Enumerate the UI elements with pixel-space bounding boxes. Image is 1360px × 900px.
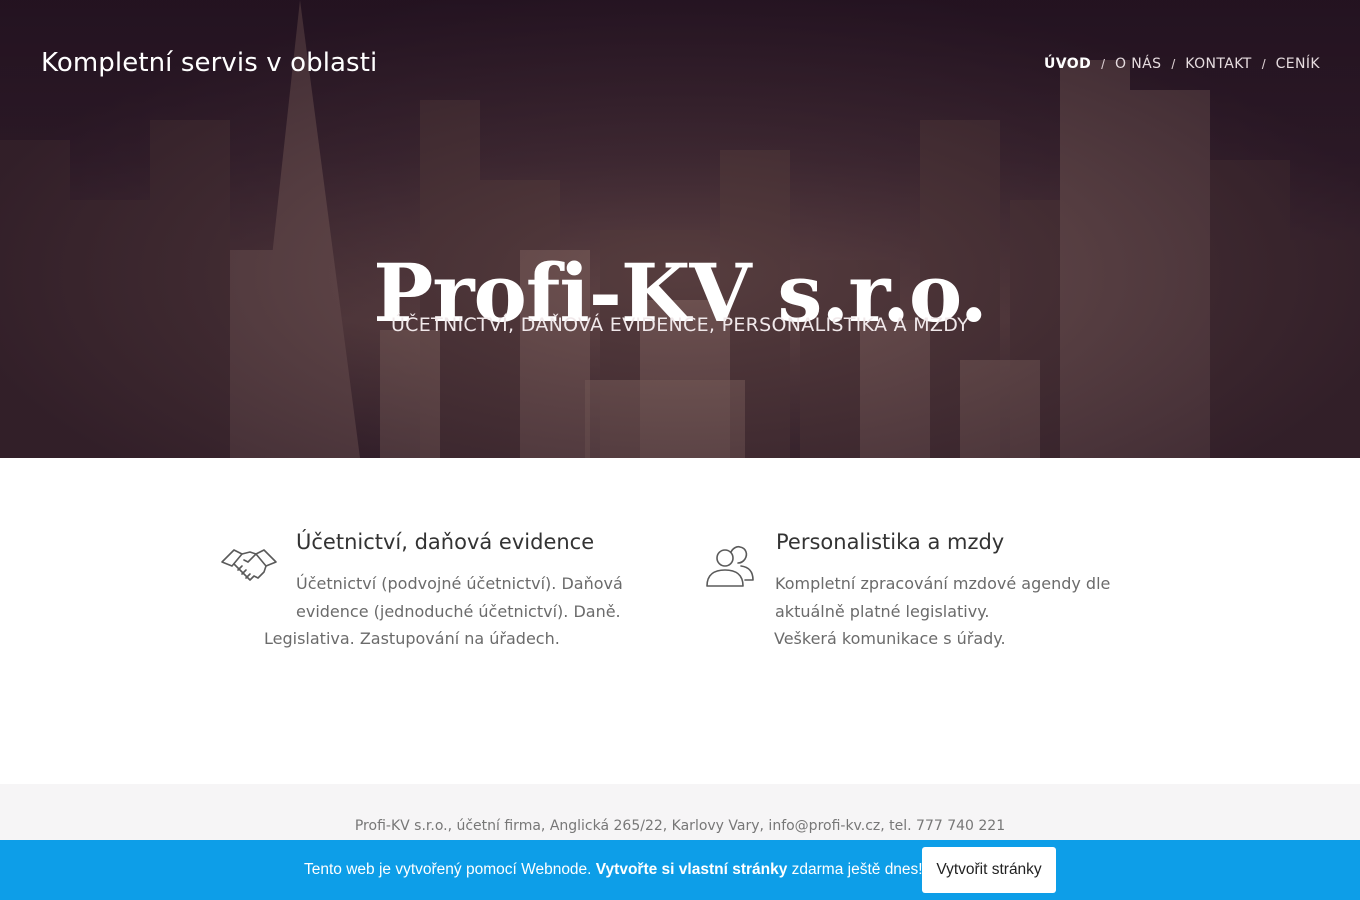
footer: Profi-KV s.r.o., účetní firma, Anglická … [0,784,1360,840]
promo-text-link[interactable]: Vytvořte si vlastní stránky [596,861,788,878]
nav-separator: / [1171,56,1176,72]
footer-contact: Profi-KV s.r.o., účetní firma, Anglická … [354,818,1006,834]
nav-separator: / [1261,56,1266,72]
features-section: Účetnictví, daňová evidence Účetnictví (… [0,458,1360,784]
feature-line: Veškerá komunikace s úřady. [774,629,1006,648]
nav-item-kontakt[interactable]: KONTAKT [1185,56,1251,72]
feature-line: Účetnictví (podvojné účetnictví). Daňová [296,574,623,593]
nav-item-uvod[interactable]: ÚVOD [1044,56,1091,72]
promo-text: Tento web je vytvořený pomocí Webnode. V… [304,861,923,879]
hero-section: Kompletní servis v oblasti ÚVOD / O NÁS … [0,0,1360,458]
feature-description: Účetnictví (podvojné účetnictví). Daňová… [264,570,634,653]
main-nav: ÚVOD / O NÁS / KONTAKT / CENÍK [1044,56,1320,72]
feature-title: Účetnictví, daňová evidence [296,530,595,554]
feature-line: Kompletní zpracování mzdové agendy dle [775,574,1111,593]
feature-description: Kompletní zpracování mzdové agendy dle a… [774,570,1145,653]
nav-separator: / [1101,56,1105,72]
hero-subtitle: ÚČETNICTVÍ, DAŇOVÁ EVIDENCE, PERSONALIST… [390,314,970,336]
feature-line: Legislativa. Zastupování na úřadech. [264,629,560,648]
create-website-button[interactable]: Vytvořit stránky [922,847,1056,893]
people-icon [706,545,754,587]
nav-item-o-nas[interactable]: O NÁS [1115,56,1161,72]
webnode-promo-bar: Tento web je vytvořený pomocí Webnode. V… [0,840,1360,900]
promo-text-after: zdarma ještě dnes! [787,861,923,878]
site-brand[interactable]: Kompletní servis v oblasti [41,48,377,78]
feature-line: evidence (jednoduché účetnictví). Daně. [296,601,621,621]
promo-text-before: Tento web je vytvořený pomocí Webnode. [304,861,596,878]
feature-line: aktuálně platné legislativy. [775,601,990,621]
feature-title: Personalistika a mzdy [776,530,1005,554]
nav-item-cenik[interactable]: CENÍK [1276,56,1320,72]
